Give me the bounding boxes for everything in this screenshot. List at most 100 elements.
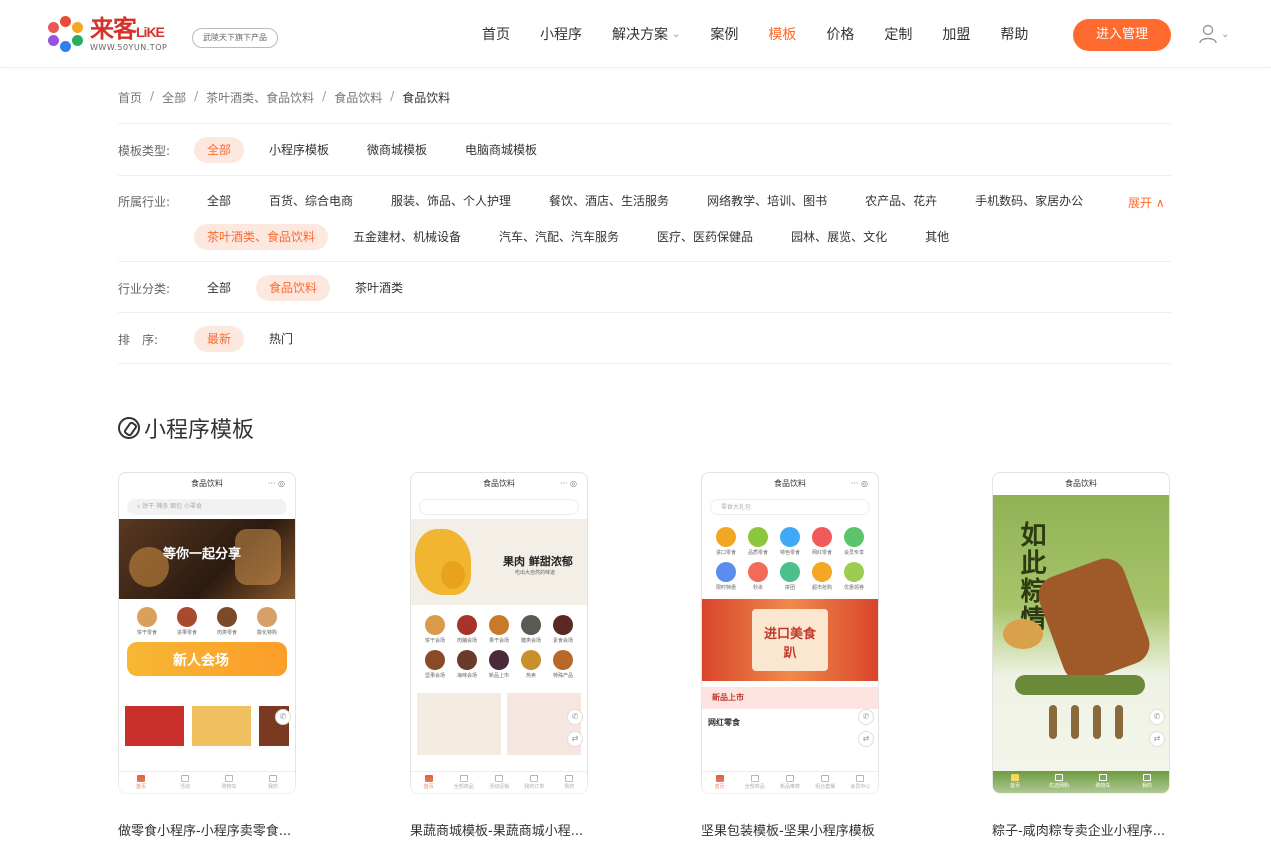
chip-category-food[interactable]: 食品饮料: [256, 275, 331, 301]
chip-industry-apparel[interactable]: 服装、饰品、个人护理: [378, 188, 524, 214]
filter-category: 行业分类: 全部 食品饮料 茶叶酒类: [118, 275, 428, 301]
chip-industry-education[interactable]: 网络教学、培训、图书: [694, 188, 840, 214]
template-preview[interactable]: 食品饮料 ··· ◎ ⌕ 饼干 辣条 面包 小零食 等你一起分享 饼干零食 进果零…: [118, 472, 296, 794]
filter-sort: 排 序: 最新 热门: [118, 326, 318, 352]
chip-industry-tea-food[interactable]: 茶叶酒类、食品饮料: [194, 224, 329, 250]
chip-sort-newest[interactable]: 最新: [194, 326, 245, 352]
category-grid: 饼干会场 肉脯会场 果干会场 糖类会场 素食会场 坚果会场 海味会场 新品上市 …: [411, 607, 587, 685]
nav-custom[interactable]: 定制: [884, 24, 912, 44]
chip-type-all[interactable]: 全部: [194, 137, 245, 163]
breadcrumb-current: 食品饮料: [402, 91, 451, 105]
phone-search: ⌕ 饼干 辣条 面包 小零食: [127, 499, 287, 515]
chip-industry-dining[interactable]: 餐饮、酒店、生活服务: [536, 188, 682, 214]
chip-industry-all[interactable]: 全部: [194, 188, 244, 214]
divider: [118, 261, 1171, 262]
breadcrumb-item[interactable]: 茶叶酒类、食品饮料: [206, 89, 314, 106]
top-header: 来客LiKE WWW.50YUN.TOP 武陵天下旗下产品 首页 小程序 解决方…: [0, 0, 1271, 68]
phone-call-icon: ✆: [567, 709, 583, 725]
enter-admin-button[interactable]: 进入管理: [1073, 19, 1171, 51]
divider: [118, 123, 1171, 124]
divider: [118, 312, 1171, 313]
template-card[interactable]: 食品饮料 ··· ◎ 果肉 鲜甜浓郁 吃出大自然的味道 饼干会场 肉脯会场 果干会…: [410, 472, 588, 839]
template-card[interactable]: 食品饮料 ··· ◎ ⌕ 饼干 辣条 面包 小零食 等你一起分享 饼干零食 进果零…: [118, 472, 296, 839]
filter-label: 行业分类:: [118, 281, 171, 296]
template-title[interactable]: 粽子-咸肉粽专卖企业小程序...: [992, 820, 1170, 839]
phone-call-icon: ✆: [275, 709, 291, 725]
breadcrumb-item[interactable]: 首页: [118, 89, 142, 106]
category-grid: 饼干零食 进果零食 肉类零食 膨化特购: [119, 601, 295, 642]
brand-logo[interactable]: 来客LiKE WWW.50YUN.TOP: [48, 14, 167, 54]
phone-title: 食品饮料: [1065, 479, 1097, 488]
user-menu[interactable]: ⌄: [1198, 24, 1229, 44]
banner-text: 果肉 鲜甜浓郁: [503, 555, 573, 568]
filter-label: 模板类型:: [118, 143, 171, 158]
phone-tabbar: 首页 优选网购 购物车 我的: [993, 771, 1169, 793]
section-title: 小程序模板: [118, 412, 254, 444]
nav-franchise[interactable]: 加盟: [942, 24, 970, 44]
banner-image: 等你一起分享: [119, 519, 295, 599]
chip-industry-garden[interactable]: 园林、展览、文化: [778, 224, 900, 250]
nav-cases[interactable]: 案例: [710, 24, 738, 44]
phone-search: [419, 499, 579, 515]
template-preview[interactable]: 食品饮料 ··· ◎ 果肉 鲜甜浓郁 吃出大自然的味道 饼干会场 肉脯会场 果干会…: [410, 472, 588, 794]
share-icon: ⇄: [858, 731, 874, 747]
logo-icon: [48, 16, 84, 52]
chip-industry-medical[interactable]: 医疗、医药保健品: [644, 224, 766, 250]
user-icon: [1199, 24, 1217, 44]
template-card[interactable]: 食品饮料 如此粽情 ✆ ⇄ 首页 优选网购 购物车 我的 粽子-咸肉粽专卖企业小…: [992, 472, 1170, 839]
chip-type-wechat-mall[interactable]: 微商城模板: [354, 137, 440, 163]
breadcrumb: 首页 / 全部 / 茶叶酒类、食品饮料 / 食品饮料 / 食品饮料: [118, 89, 451, 106]
share-icon: ⇄: [567, 731, 583, 747]
divider: [118, 363, 1171, 364]
chip-industry-agriculture[interactable]: 农产品、花卉: [852, 188, 950, 214]
phone-section-title: 网红零食: [708, 718, 740, 727]
banner-image: 如此粽情: [993, 495, 1169, 773]
phone-title: 食品饮料: [774, 479, 806, 488]
template-preview[interactable]: 食品饮料 如此粽情 ✆ ⇄ 首页 优选网购 购物车 我的: [992, 472, 1170, 794]
nav-miniprogram[interactable]: 小程序: [540, 24, 582, 44]
expand-toggle[interactable]: 展开 ∧: [1128, 194, 1165, 211]
chip-industry-hardware[interactable]: 五金建材、机械设备: [340, 224, 474, 250]
new-arrivals-strip: 新品上市: [702, 687, 878, 709]
template-title[interactable]: 坚果包装模板-坚果小程序模板: [701, 820, 879, 839]
phone-tabbar: 首页 活动 购物车 我的: [119, 771, 295, 793]
phone-title: 食品饮料: [483, 479, 515, 488]
chip-industry-digital[interactable]: 手机数码、家居办公: [962, 188, 1096, 214]
chip-sort-hot[interactable]: 热门: [256, 326, 306, 352]
share-icon: ⇄: [1149, 731, 1165, 747]
nav-pricing[interactable]: 价格: [826, 24, 854, 44]
template-title[interactable]: 做零食小程序-小程序卖零食...: [118, 820, 296, 839]
nav-help[interactable]: 帮助: [1000, 24, 1028, 44]
chip-category-tea[interactable]: 茶叶酒类: [342, 275, 416, 301]
chip-industry-general[interactable]: 百货、综合电商: [256, 188, 366, 214]
filter-template-type: 模板类型: 全部 小程序模板 微商城模板 电脑商城模板: [118, 137, 562, 163]
filter-label: 排 序:: [118, 332, 159, 347]
banner-text: 进口美食趴: [763, 627, 816, 661]
chip-type-miniprogram[interactable]: 小程序模板: [256, 137, 342, 163]
chip-industry-other[interactable]: 其他: [912, 224, 962, 250]
filter-industry-row2: 茶叶酒类、食品饮料 五金建材、机械设备 汽车、汽配、汽车服务 医疗、医药保健品 …: [194, 224, 974, 250]
phone-search: 零食大礼包: [710, 499, 870, 515]
main-nav: 首页 小程序 解决方案 ⌄ 案例 模板 价格 定制 加盟 帮助: [482, 24, 1058, 44]
banner-image: 果肉 鲜甜浓郁 吃出大自然的味道: [411, 519, 587, 605]
filter-label: 所属行业:: [118, 194, 171, 209]
banner-image: 进口美食趴: [702, 599, 878, 681]
template-title[interactable]: 果蔬商城模板-果蔬商城小程...: [410, 820, 588, 839]
nav-home[interactable]: 首页: [482, 24, 510, 44]
logo-url: WWW.50YUN.TOP: [90, 42, 168, 52]
nav-templates[interactable]: 模板: [768, 24, 796, 44]
filter-industry: 所属行业: 全部 百货、综合电商 服装、饰品、个人护理 餐饮、酒店、生活服务 网…: [118, 188, 1108, 214]
chip-category-all[interactable]: 全部: [194, 275, 244, 301]
template-card[interactable]: 食品饮料 ··· ◎ 零食大礼包 进口零食 品质零食 特色零食 网红零食 会员专享…: [701, 472, 879, 839]
more-icon: ··· ◎: [559, 479, 577, 488]
chip-industry-auto[interactable]: 汽车、汽配、汽车服务: [486, 224, 632, 250]
chevron-down-icon: ⌄: [1221, 28, 1230, 40]
section-title-text: 小程序模板: [144, 418, 255, 443]
nav-solutions[interactable]: 解决方案 ⌄: [612, 24, 680, 44]
slogan-badge: 武陵天下旗下产品: [192, 28, 278, 48]
chip-type-pc-mall[interactable]: 电脑商城模板: [452, 137, 550, 163]
logo-main-text: 来客: [90, 13, 137, 43]
breadcrumb-item[interactable]: 全部: [162, 89, 186, 106]
template-preview[interactable]: 食品饮料 ··· ◎ 零食大礼包 进口零食 品质零食 特色零食 网红零食 会员专享…: [701, 472, 879, 794]
breadcrumb-item[interactable]: 食品饮料: [334, 89, 382, 106]
